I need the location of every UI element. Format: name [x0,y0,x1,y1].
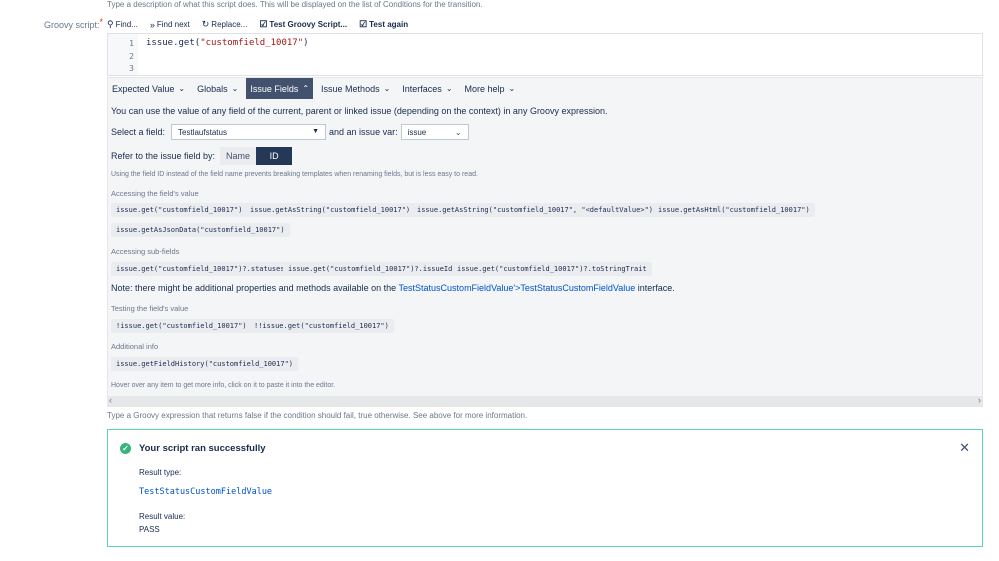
issue-fields-intro: You can use the value of any field of th… [111,106,608,116]
test-groovy-script-button[interactable]: ☑ Test Groovy Script... [259,19,347,30]
hover-note: Hover over any item to get more info, cl… [111,382,336,389]
tab-issue-fields[interactable]: Issue Fields ⌃ [246,78,314,99]
find-next-button[interactable]: » Find next [150,20,190,30]
test-again-label: Test again [369,20,409,29]
field-select[interactable]: Testlaufstatus ▼ [171,124,327,140]
snippet-chip[interactable]: issue.getAsString("customfield_10017", "… [412,203,659,217]
interface-link[interactable]: TestStatusCustomFieldValue'>TestStatusCu… [399,283,636,293]
code-line-1[interactable]: issue.get("customfield_10017") [146,38,309,48]
snippet-chip[interactable]: issue.getAsHtml("customfield_10017") [653,203,815,217]
code-editor[interactable]: 1 2 3 issue.get("customfield_10017") [107,33,983,76]
groovy-script-label-text: Groovy script: [44,20,100,30]
test-again-button[interactable]: ☑ Test again [359,19,408,30]
find-label: Find... [115,20,138,29]
groovy-help-text: Type a Groovy expression that returns fa… [107,411,528,420]
scroll-left-arrow-icon[interactable]: ‹ [109,395,112,405]
find-button[interactable]: ⚲ Find... [107,19,138,30]
tab-label: More help [464,83,505,94]
issue-var-value: issue [407,127,427,137]
refer-field-row: Refer to the issue field by: Name ID [111,147,293,165]
horizontal-scrollbar[interactable]: ‹ › [107,395,983,407]
tab-more-help[interactable]: More help ⌄ [461,78,520,99]
chevron-down-icon: ⌄ [231,84,239,93]
search-icon: ⚲ [107,19,114,29]
snippet-chip[interactable]: !!issue.get("customfield_10017") [249,319,394,333]
tab-label: Issue Methods [321,83,380,94]
checkbox-edit-icon: ☑ [359,19,368,29]
section-title-accessing-value: Accessing the field's value [111,189,199,198]
scroll-right-arrow-icon[interactable]: › [978,395,981,405]
chevron-down-icon: ⌄ [383,84,391,93]
line-number: 3 [129,64,134,73]
field-id-note: Using the field ID instead of the field … [111,171,478,178]
result-value: PASS [139,525,160,534]
help-tabs: Expected Value ⌄ Globals ⌄ Issue Fields ⌃ I… [108,78,523,99]
note-text: Note: there might be additional properti… [111,283,399,293]
checkbox-edit-icon: ☑ [259,19,268,29]
help-panel: Expected Value ⌄ Globals ⌄ Issue Fields ⌃ I… [107,77,983,407]
refer-label: Refer to the issue field by: [111,151,216,161]
chevron-up-icon: ⌃ [302,84,310,93]
replace-button[interactable]: ↻ Replace... [202,19,248,30]
groovy-script-label: Groovy script:* [44,17,104,30]
snippet-chip[interactable]: issue.get("customfield_10017")?.toString… [452,262,652,276]
field-selection-row: Select a field: Testlaufstatus ▼ and an … [111,124,469,140]
tab-label: Issue Fields [250,83,299,94]
chevron-down-icon: ⌄ [508,84,516,93]
close-icon[interactable]: ✕ [959,440,970,456]
issue-var-label: and an issue var: [329,127,398,137]
snippet-chip[interactable]: issue.getAsString("customfield_10017") [245,203,416,217]
double-chevron-right-icon: » [149,19,155,30]
tab-label: Globals [197,83,228,94]
section-title-sub-fields: Accessing sub-fields [111,247,180,256]
caret-down-icon: ▼ [312,128,320,135]
refer-by-name-button[interactable]: Name [220,147,257,165]
interface-note: Note: there might be additional properti… [111,283,675,293]
code-string-literal: "customfield_10017" [200,38,304,48]
code-text: ) [303,38,309,48]
chevron-down-icon: ⌄ [454,128,462,137]
tab-issue-methods[interactable]: Issue Methods ⌄ [317,78,394,99]
tab-label: Expected Value [112,83,175,94]
select-field-label: Select a field: [111,127,166,137]
result-title: Your script ran successfully [139,443,266,454]
chevron-down-icon: ⌄ [445,84,453,93]
chevron-down-icon: ⌄ [178,84,186,93]
tab-expected-value[interactable]: Expected Value ⌄ [108,78,189,99]
tab-globals[interactable]: Globals ⌄ [193,78,242,99]
required-marker: * [99,17,104,27]
section-title-additional-info: Additional info [111,342,159,351]
tab-interfaces[interactable]: Interfaces ⌄ [398,78,456,99]
replace-label: Replace... [211,20,248,29]
snippet-chip[interactable]: issue.get("customfield_10017")?.issueId [283,262,458,276]
name-id-toggle: Name ID [220,147,293,165]
snippet-chip[interactable]: issue.getAsJsonData("customfield_10017") [111,223,290,237]
refer-by-id-button[interactable]: ID [256,147,293,165]
script-result-panel: ✓ Your script ran successfully ✕ Result … [107,429,983,547]
tab-label: Interfaces [402,83,442,94]
section-title-testing: Testing the field's value [111,304,189,313]
description-help-text: Type a description of what this script d… [107,0,483,9]
snippet-chip[interactable]: issue.get("customfield_10017")?.statuses [111,262,290,276]
issue-var-select[interactable]: issue ⌄ [400,124,469,140]
test-groovy-script-label: Test Groovy Script... [269,20,348,29]
check-circle-icon: ✓ [120,443,131,454]
result-type-value: TestStatusCustomFieldValue [139,487,273,497]
note-text: interface. [635,283,675,293]
line-number: 1 [129,39,134,48]
result-type-label: Result type: [139,468,182,477]
find-next-label: Find next [156,20,190,29]
line-number: 2 [129,52,134,61]
editor-toolbar: ⚲ Find... » Find next ↻ Replace... ☑ Tes… [107,16,983,33]
field-select-value: Testlaufstatus [178,127,227,137]
snippet-chip[interactable]: !issue.get("customfield_10017") [111,319,252,333]
snippet-chip[interactable]: issue.get("customfield_10017") [111,203,248,217]
snippet-chip[interactable]: issue.getFieldHistory("customfield_10017… [111,357,299,371]
result-value-label: Result value: [139,512,186,521]
refresh-icon: ↻ [201,19,210,29]
code-text: issue.get( [146,38,201,48]
